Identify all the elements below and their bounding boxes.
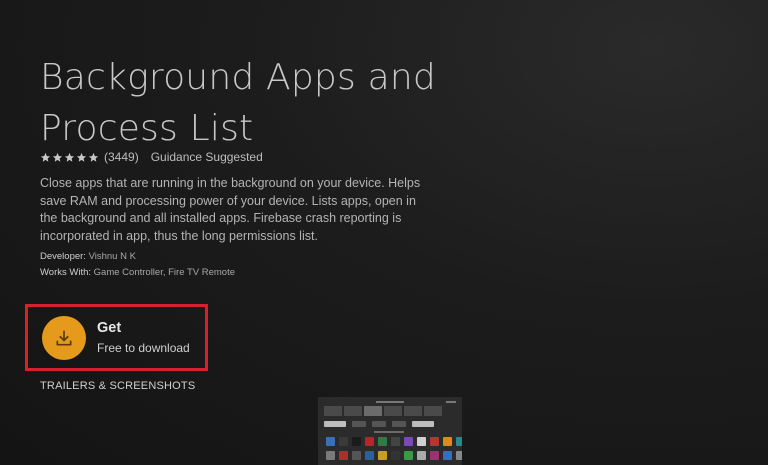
thumbnail-app-icon <box>443 451 452 460</box>
thumbnail-tabs <box>324 406 442 416</box>
thumbnail-tab <box>384 406 402 416</box>
screenshot-thumbnail[interactable] <box>318 397 462 465</box>
works-with-line: Works With: Game Controller, Fire TV Rem… <box>40 267 235 278</box>
thumbnail-tab <box>364 406 382 416</box>
thumbnail-app-icon <box>404 451 413 460</box>
thumbnail-app-icon <box>339 451 348 460</box>
get-text: Get Free to download <box>97 319 190 357</box>
developer-line: Developer: Vishnu N K <box>40 251 136 262</box>
thumbnail-app-icon <box>417 437 426 446</box>
developer-value: Vishnu N K <box>88 251 136 262</box>
rating-count: (3449) <box>104 150 139 164</box>
thumbnail-app-icon <box>443 437 452 446</box>
developer-label: Developer: <box>40 251 86 262</box>
star-rating <box>40 152 99 163</box>
thumbnail-app-icon <box>365 437 374 446</box>
app-title: Background Apps and Process List <box>40 57 436 149</box>
trailers-heading: TRAILERS & SCREENSHOTS <box>40 380 196 392</box>
works-with-label: Works With: <box>40 267 92 278</box>
thumbnail-app-icon <box>352 451 361 460</box>
thumbnail-icon-row <box>326 437 462 446</box>
thumbnail-tab <box>324 406 342 416</box>
thumbnail-subtitle-line <box>374 431 404 433</box>
download-icon <box>54 328 74 348</box>
thumbnail-pill <box>392 421 406 427</box>
thumbnail-app-icon <box>430 437 439 446</box>
star-icon <box>88 152 99 163</box>
star-icon <box>64 152 75 163</box>
works-with-value: Game Controller, Fire TV Remote <box>93 267 235 278</box>
thumbnail-buttons <box>324 421 434 427</box>
thumbnail-tab <box>404 406 422 416</box>
thumbnail-app-icon <box>378 437 387 446</box>
thumbnail-app-icon <box>404 437 413 446</box>
star-icon <box>52 152 63 163</box>
rating-row: (3449) Guidance Suggested <box>40 150 263 164</box>
thumbnail-app-icon <box>378 451 387 460</box>
thumbnail-app-icon <box>391 451 400 460</box>
thumbnail-app-icon <box>365 451 374 460</box>
thumbnail-right-line <box>446 401 456 403</box>
get-circle <box>42 316 86 360</box>
thumbnail-app-icon <box>391 437 400 446</box>
thumbnail-app-icon <box>456 451 462 460</box>
thumbnail-tab <box>424 406 442 416</box>
get-sublabel: Free to download <box>97 341 190 355</box>
thumbnail-app-icon <box>352 437 361 446</box>
thumbnail-icon-row <box>326 451 462 460</box>
get-button[interactable]: Get Free to download <box>42 312 202 364</box>
thumbnail-app-icon <box>456 437 462 446</box>
thumbnail-app-icon <box>326 437 335 446</box>
thumbnail-app-icon <box>326 451 335 460</box>
thumbnail-pill <box>412 421 434 427</box>
get-label: Get <box>97 320 122 336</box>
star-icon <box>76 152 87 163</box>
thumbnail-tab <box>344 406 362 416</box>
thumbnail-title-line <box>376 401 404 403</box>
thumbnail-pill <box>372 421 386 427</box>
app-description: Close apps that are running in the backg… <box>40 176 421 243</box>
thumbnail-app-icon <box>430 451 439 460</box>
thumbnail-pill <box>324 421 346 427</box>
guidance-label: Guidance Suggested <box>150 150 263 164</box>
thumbnail-topbar <box>322 399 458 404</box>
star-icon <box>40 152 51 163</box>
thumbnail-pill <box>352 421 366 427</box>
thumbnail-app-icon <box>417 451 426 460</box>
thumbnail-app-icon <box>339 437 348 446</box>
